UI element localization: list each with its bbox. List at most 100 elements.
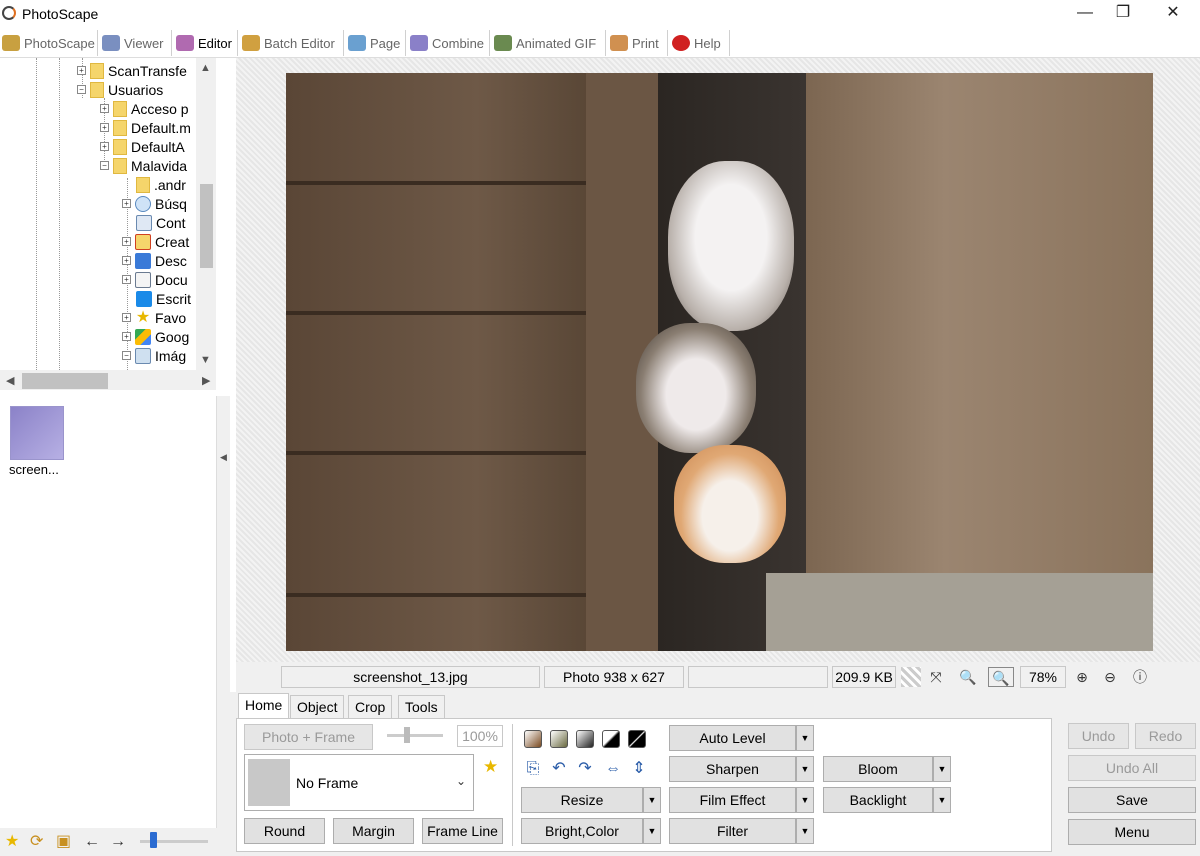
bright-color-button[interactable]: Bright,Color [521,818,643,844]
frame-line-button[interactable]: Frame Line [422,818,503,844]
tree-item[interactable]: − Usuarios [77,80,163,99]
tree-item[interactable]: + Docu [122,270,188,289]
collapse-icon[interactable]: − [122,351,131,360]
tab-home[interactable]: Home [238,693,290,720]
rotate-left-icon[interactable]: ↶ [550,760,568,778]
bloom-button[interactable]: Bloom [823,756,933,782]
zoom-original-icon[interactable]: 🔍 [958,667,978,687]
collapse-panel-icon[interactable]: ◀ [220,452,227,463]
scroll-up-icon[interactable]: ▲ [200,62,211,74]
expand-icon[interactable]: + [77,66,86,75]
scroll-left-icon[interactable]: ◀ [6,374,14,387]
tree-horizontal-scroll-thumb[interactable] [22,373,108,389]
expand-icon[interactable]: + [100,104,109,113]
favorite-frame-star-icon[interactable]: ★ [483,757,498,777]
chevron-down-icon[interactable]: ⌄ [456,774,466,788]
tree-item[interactable]: + Búsq [122,194,187,213]
tree-item[interactable]: Cont [136,213,186,232]
tree-item[interactable]: + Desc [122,251,187,270]
tab-print[interactable]: Print [608,30,668,56]
bright-color-dropdown-icon[interactable]: ▼ [643,818,661,844]
photo-frame-button[interactable]: Photo + Frame [244,724,373,750]
zoom-in-icon[interactable]: ⊕ [1072,667,1092,687]
backlight-button[interactable]: Backlight [823,787,933,813]
expand-icon[interactable]: + [122,199,131,208]
frame-scale-slider-knob[interactable] [404,727,410,743]
transparency-checker-icon[interactable] [901,667,921,687]
film-effect-button[interactable]: Film Effect [669,787,796,813]
expand-icon[interactable]: + [122,256,131,265]
scroll-right-icon[interactable]: ▶ [202,374,210,387]
tab-editor[interactable]: Editor [174,30,238,56]
tab-animated-gif[interactable]: Animated GIF [492,30,606,56]
tab-crop[interactable]: Crop [348,695,393,719]
tree-item[interactable]: + Default.m [100,118,191,137]
info-icon[interactable]: ⓘ [1130,667,1150,687]
file-name[interactable]: screen... [9,462,59,477]
tree-item[interactable]: + ★ Favo [122,308,186,327]
menu-button[interactable]: Menu [1068,819,1196,845]
rotate-right-icon[interactable]: ↷ [576,760,594,778]
sharpen-button[interactable]: Sharpen [669,756,796,782]
filter-button[interactable]: Filter [669,818,796,844]
tree-item[interactable]: Escrit [136,289,191,308]
tab-combine[interactable]: Combine [408,30,490,56]
tree-item[interactable]: + Goog [122,327,189,346]
filter-dropdown-icon[interactable]: ▼ [796,818,814,844]
flip-horizontal-icon[interactable]: ⇔ [604,760,622,778]
rotate-image-icon[interactable]: ⎘ [524,760,542,778]
tree-item[interactable]: + Acceso p [100,99,189,118]
tab-photoscape[interactable]: PhotoScape [0,30,98,56]
resize-dropdown-icon[interactable]: ▼ [643,787,661,813]
tree-vertical-scroll-thumb[interactable] [200,184,213,268]
tab-batch-editor[interactable]: Batch Editor [240,30,344,56]
tree-item[interactable]: − Imág [122,346,186,365]
black-white-icon[interactable] [602,730,620,748]
resize-button[interactable]: Resize [521,787,643,813]
close-button[interactable]: ✕ [1150,0,1196,28]
favorite-star-icon[interactable]: ★ [5,834,19,850]
expand-icon[interactable]: + [100,142,109,151]
tree-item[interactable]: .andr [136,175,186,194]
frame-scale-percent[interactable]: 100% [457,725,503,747]
olive-tone-icon[interactable] [550,730,568,748]
film-effect-dropdown-icon[interactable]: ▼ [796,787,814,813]
tab-object[interactable]: Object [290,695,345,719]
zoom-out-icon[interactable]: ⊖ [1100,667,1120,687]
back-arrow-icon[interactable]: ← [84,834,100,850]
undo-button[interactable]: Undo [1068,723,1129,749]
maximize-button[interactable]: ❐ [1100,0,1146,28]
tab-tools[interactable]: Tools [398,695,445,719]
sepia-tone-icon[interactable] [524,730,542,748]
flip-vertical-icon[interactable]: ⇕ [630,760,648,778]
forward-arrow-icon[interactable]: → [110,834,126,850]
save-button[interactable]: Save [1068,787,1196,813]
tree-item[interactable]: + DefaultA [100,137,185,156]
collapse-icon[interactable]: − [100,161,109,170]
grayscale-icon[interactable] [576,730,594,748]
zoom-fit-icon[interactable]: 🔍 [988,667,1014,687]
bloom-dropdown-icon[interactable]: ▼ [933,756,951,782]
collapse-icon[interactable]: − [77,85,86,94]
tab-viewer[interactable]: Viewer [100,30,172,56]
expand-icon[interactable]: + [122,275,131,284]
tree-item[interactable]: − Malavida [100,156,187,175]
expand-icon[interactable]: + [122,332,131,341]
undo-all-button[interactable]: Undo All [1068,755,1196,781]
expand-icon[interactable]: + [100,123,109,132]
auto-level-dropdown-icon[interactable]: ▼ [796,725,814,751]
redo-button[interactable]: Redo [1135,723,1196,749]
frame-scale-slider[interactable] [387,734,443,737]
thumbnail-size-slider-knob[interactable] [150,832,157,848]
tab-page[interactable]: Page [346,30,406,56]
photo-kittens-in-shed[interactable] [286,73,1153,651]
negative-icon[interactable] [628,730,646,748]
tree-item[interactable]: + Creat [122,232,189,251]
refresh-icon[interactable]: ⟳ [30,834,43,850]
auto-level-button[interactable]: Auto Level [669,725,796,751]
tree-item[interactable]: + ScanTransfe [77,61,187,80]
expand-icon[interactable]: + [122,237,131,246]
fit-to-window-icon[interactable]: ⤧ [926,667,946,687]
sharpen-dropdown-icon[interactable]: ▼ [796,756,814,782]
round-button[interactable]: Round [244,818,325,844]
